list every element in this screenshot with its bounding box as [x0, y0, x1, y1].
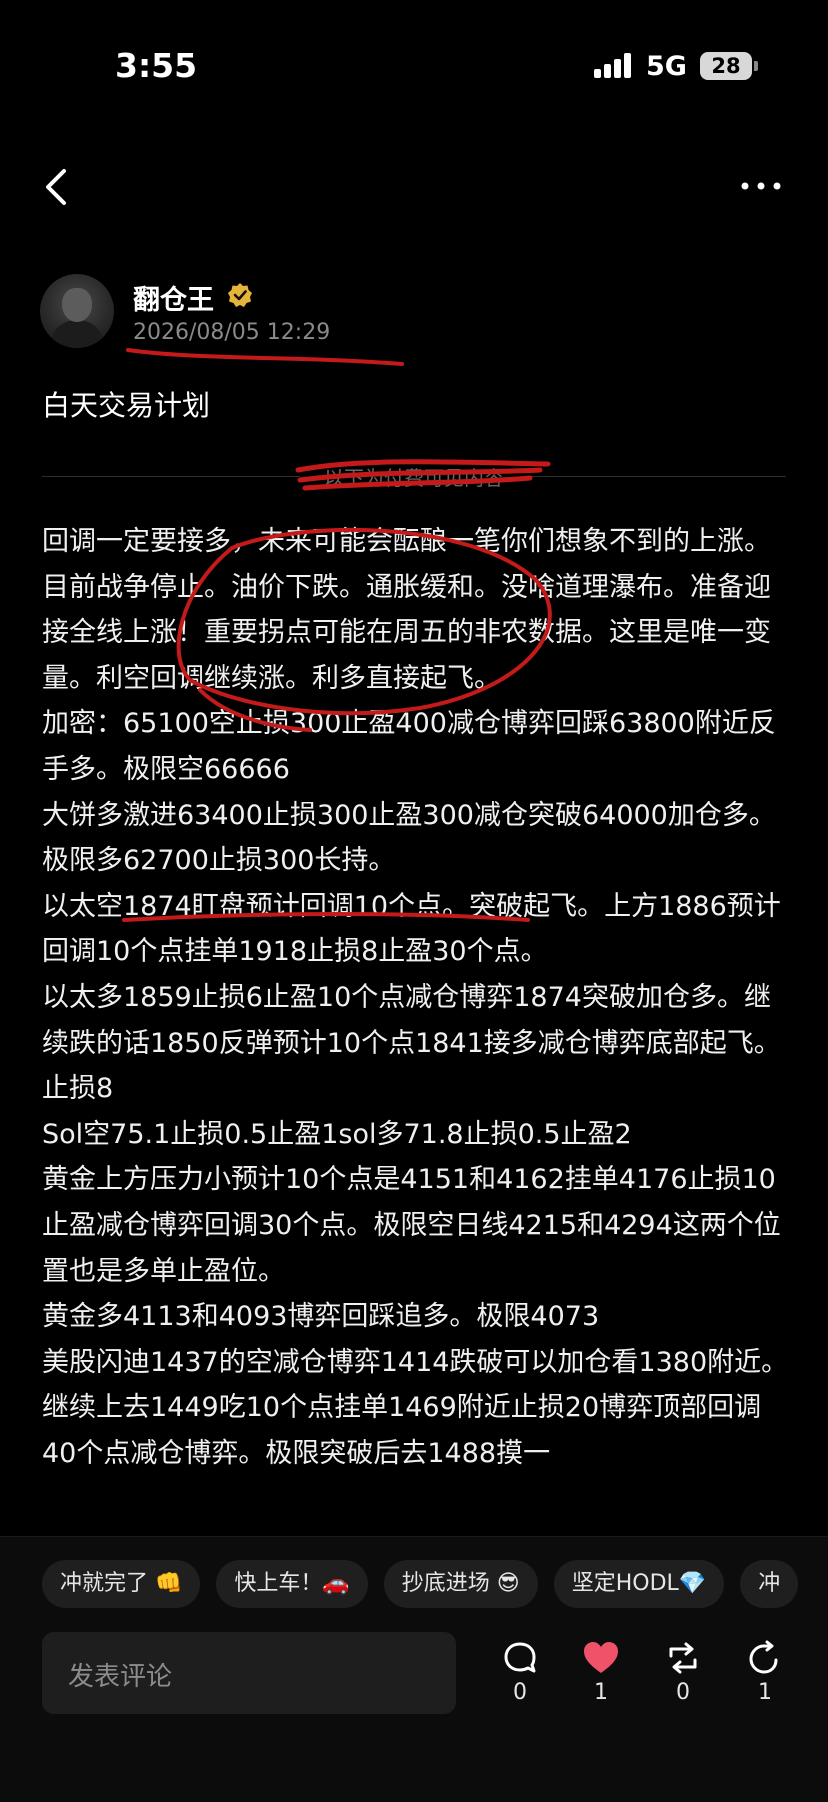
chevron-left-icon	[46, 169, 66, 205]
quick-reply-chip[interactable]: 冲	[740, 1560, 799, 1608]
comment-placeholder: 发表评论	[68, 1662, 173, 1692]
share-icon	[749, 1640, 778, 1674]
quick-reply-chips: 冲就完了 👊 快上车！🚗 抄底进场 😎 坚定HODL💎 冲	[42, 1560, 828, 1610]
post-paragraph: 回调一定要接多，未来可能会酝酿一笔你们想象不到的上涨。目前战争停止。油价下跌。通…	[42, 526, 771, 694]
post-paragraph: 加密：65100空止损300止盈400减仓博弈回踩63800附近反手多。极限空6…	[42, 708, 776, 785]
battery-tip	[754, 61, 758, 71]
more-button[interactable]	[737, 168, 797, 202]
quick-reply-chip[interactable]: 冲就完了 👊	[42, 1560, 201, 1608]
repost-count: 0	[676, 1680, 690, 1705]
repost-icon	[669, 1642, 697, 1674]
post-paragraph: Sol空75.1止损0.5止盈1sol多71.8止损0.5止盈2	[42, 1118, 632, 1150]
post-title: 白天交易计划	[42, 389, 211, 422]
status-time: 3:55	[115, 46, 198, 85]
back-button[interactable]	[38, 165, 78, 209]
signal-icon	[594, 52, 634, 78]
comment-bubble-icon	[504, 1642, 536, 1673]
post-paragraph: 黄金多4113和4093博弈回踩追多。极限4073	[42, 1301, 600, 1333]
date-underline-mark	[126, 348, 404, 366]
quick-reply-chip[interactable]: 抄底进场 😎	[383, 1560, 538, 1608]
post-paragraph: 大饼多激进63400止损300止盈300减仓突破64000加仓多。极限多6270…	[42, 799, 776, 877]
status-bar: 3:55 5G 28	[0, 0, 828, 140]
post-body: 回调一定要接多，未来可能会酝酿一笔你们想象不到的上涨。目前战争停止。油价下跌。通…	[42, 519, 790, 1476]
post-date: 2026/08/05 12:29	[133, 320, 331, 345]
more-dots-icon	[741, 182, 781, 190]
post-paragraph: 以太空1874盯盘预计回调10个点。突破起飞。上方1886预计回调10个点挂单1…	[42, 890, 781, 968]
like-button[interactable]: 1	[571, 1640, 631, 1720]
quick-reply-chip[interactable]: 坚定HODL💎	[553, 1560, 725, 1608]
post-paragraph: 黄金上方压力小预计10个点是4151和4162挂单4176止损10止盈减仓博弈回…	[42, 1164, 781, 1287]
battery-level: 28	[711, 54, 741, 78]
like-count: 1	[594, 1680, 608, 1705]
paywall-label: 以下为付费可见内容	[300, 462, 528, 491]
quick-reply-chip[interactable]: 快上车！🚗	[216, 1560, 368, 1608]
repost-button[interactable]: 0	[653, 1640, 713, 1720]
comment-count: 0	[513, 1680, 527, 1705]
comment-input[interactable]: 发表评论	[42, 1632, 456, 1714]
avatar[interactable]	[40, 274, 114, 348]
author-name[interactable]: 翻仓王	[133, 278, 214, 317]
heart-icon	[584, 1642, 618, 1673]
battery-icon: 28	[700, 52, 752, 80]
share-button[interactable]: 1	[735, 1640, 795, 1720]
post-paragraph: 美股闪迪1437的空减仓博弈1414跌破可以加仓看1380附近。继续上去1449…	[42, 1346, 789, 1469]
verified-badge-icon	[228, 283, 252, 307]
comment-button[interactable]: 0	[490, 1640, 550, 1720]
network-type: 5G	[646, 51, 687, 82]
post-paragraph: 以太多1859止损6止盈10个点减仓博弈1874突破加仓多。继续跌的话1850反…	[42, 981, 781, 1105]
share-count: 1	[758, 1680, 772, 1705]
